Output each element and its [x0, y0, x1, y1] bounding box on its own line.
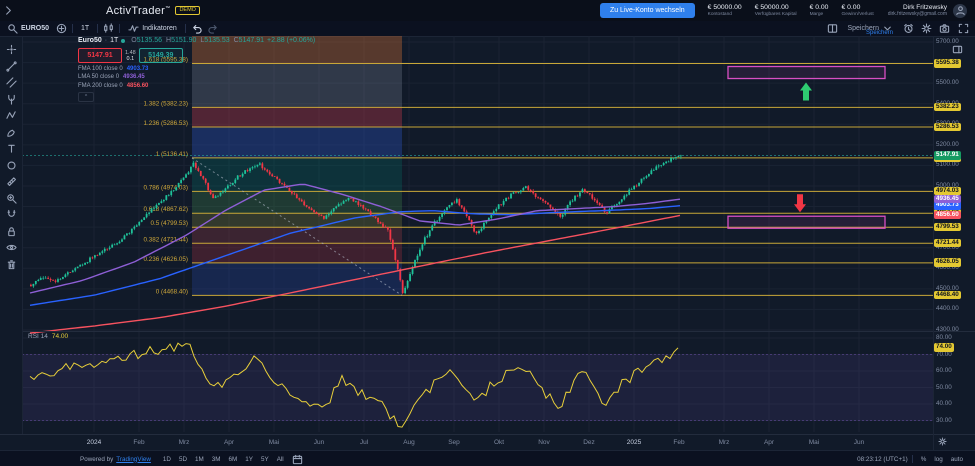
price-axis[interactable]: 5700.005600.005500.005400.005300.005200.… — [933, 0, 975, 450]
rsi-tick: 60.00 — [936, 367, 952, 374]
ma-legend-row[interactable]: FMA 100 close 04903.73 — [78, 66, 315, 72]
fib-price-label: 4721.44 — [934, 239, 961, 248]
legend-collapse-button[interactable]: ^ — [78, 92, 94, 102]
svg-text:0.5 (4799.53): 0.5 (4799.53) — [151, 220, 188, 227]
fib-price-label: 5382.23 — [934, 103, 961, 112]
rsi-tick: 80.00 — [936, 334, 952, 341]
ma-legend-row[interactable]: FMA 200 close 04856.60 — [78, 83, 315, 89]
svg-text:1.236 (5286.53): 1.236 (5286.53) — [144, 120, 188, 127]
ohlc-values: O5135.56H5151.90L5135.53C5147.91 — [131, 37, 264, 44]
legend-symbol: Euro50 — [78, 37, 102, 44]
svg-text:0.236 (4626.05): 0.236 (4626.05) — [144, 256, 188, 263]
rsi-value-label: 74.00 — [934, 343, 954, 352]
market-open-dot — [121, 39, 125, 43]
rsi-tick: 30.00 — [936, 417, 952, 424]
price-tick: 5100.00 — [936, 161, 959, 168]
svg-text:0.786 (4974.03): 0.786 (4974.03) — [144, 184, 188, 191]
sell-button[interactable]: 5147.91 — [78, 48, 122, 63]
svg-text:1 (5136.41): 1 (5136.41) — [156, 151, 188, 158]
ma-price-label: 4936.45 — [934, 195, 961, 204]
rsi-legend[interactable]: RSI 14 74.00 — [28, 333, 68, 340]
panel-toggle-icon[interactable] — [952, 44, 963, 55]
right-edge-panel — [952, 44, 963, 55]
price-tick: 5200.00 — [936, 141, 959, 148]
chart-legend[interactable]: Euro50 · 1T O5135.56H5151.90L5135.53C514… — [78, 37, 315, 102]
fib-price-label: 4626.05 — [934, 258, 961, 267]
fib-price-label: 5286.53 — [934, 123, 961, 132]
buy-button[interactable]: 5149.39 — [139, 48, 183, 63]
svg-text:0.618 (4867.62): 0.618 (4867.62) — [144, 206, 188, 213]
rsi-value: 74.00 — [52, 333, 68, 340]
rsi-tick: 50.00 — [936, 384, 952, 391]
rsi-tick: 40.00 — [936, 400, 952, 407]
fib-price-label: 5595.38 — [934, 59, 961, 68]
change-value: +2.88 (+0.06%) — [267, 37, 315, 44]
ma-legend: FMA 100 close 04903.73 LMA 50 close 04936… — [78, 66, 315, 89]
buy-sell-widget: 5147.91 1.48 0.1 5149.39 — [78, 48, 315, 63]
price-tick: 4300.00 — [936, 326, 959, 333]
ma-price-label: 4856.60 — [934, 211, 961, 220]
price-tick: 4400.00 — [936, 305, 959, 312]
fib-price-label: 4468.40 — [934, 291, 961, 300]
legend-interval: 1T — [110, 37, 118, 44]
quantity-value: 0.1 — [127, 56, 135, 62]
ma-legend-row[interactable]: LMA 50 close 04936.45 — [78, 74, 315, 80]
svg-text:0 (4468.40): 0 (4468.40) — [156, 288, 188, 295]
fib-price-label: 4799.53 — [934, 223, 961, 232]
price-tick: 5500.00 — [936, 79, 959, 86]
last-price-label: 5147.91 — [934, 151, 961, 160]
trading-app: 1.618 (5595.38)1.382 (5382.23)1.236 (528… — [0, 0, 975, 466]
legend-row: Euro50 · 1T O5135.56H5151.90L5135.53C514… — [78, 37, 315, 44]
